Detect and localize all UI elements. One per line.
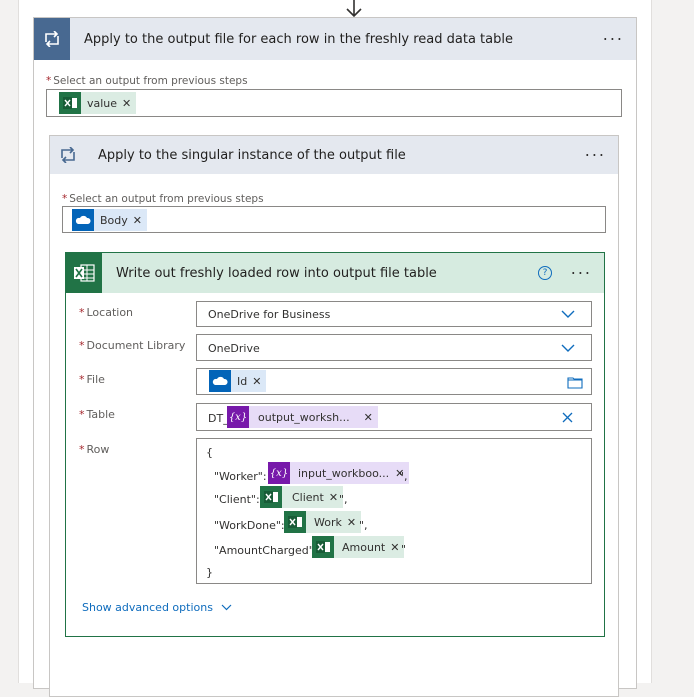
file-label: * File bbox=[79, 373, 105, 386]
chevron-down-icon bbox=[561, 310, 575, 318]
chevron-down-icon bbox=[221, 604, 232, 611]
table-label: * Table bbox=[79, 408, 115, 421]
remove-token-icon[interactable]: ✕ bbox=[364, 411, 378, 424]
location-dropdown[interactable]: OneDrive for Business bbox=[196, 301, 592, 327]
loop-icon bbox=[50, 136, 86, 174]
onedrive-icon bbox=[72, 209, 94, 231]
inner-loop-card: Apply to the singular instance of the ou… bbox=[49, 135, 619, 697]
action-title: Write out freshly loaded row into output… bbox=[116, 265, 437, 281]
action-more-button[interactable]: ··· bbox=[571, 264, 592, 283]
expression-icon: {x} bbox=[268, 462, 290, 484]
amount-token[interactable]: Amount ✕ bbox=[312, 536, 405, 558]
outer-loop-header[interactable]: Apply to the output file for each row in… bbox=[34, 18, 636, 60]
help-icon[interactable]: ? bbox=[538, 266, 552, 280]
outer-select-input[interactable]: value ✕ bbox=[46, 89, 622, 117]
excel-icon bbox=[66, 253, 102, 293]
library-dropdown[interactable]: OneDrive bbox=[196, 334, 592, 361]
output-worksheet-token[interactable]: {x} output_worksh... ✕ bbox=[227, 406, 378, 428]
outer-loop-more-button[interactable]: ··· bbox=[603, 30, 624, 49]
work-token[interactable]: Work ✕ bbox=[284, 511, 362, 533]
folder-icon[interactable] bbox=[567, 375, 583, 389]
excel-icon bbox=[284, 511, 306, 533]
remove-token-icon[interactable]: ✕ bbox=[252, 375, 266, 388]
row-input[interactable]: { "Worker": " {x} input_workboo... ✕ ", … bbox=[196, 438, 592, 584]
table-input[interactable]: DT_ {x} output_worksh... ✕ bbox=[196, 403, 592, 431]
show-advanced-options-link[interactable]: Show advanced options bbox=[82, 601, 232, 614]
action-header[interactable]: Write out freshly loaded row into output… bbox=[66, 253, 604, 293]
library-label: * Document Library bbox=[79, 339, 186, 352]
file-input[interactable]: Id ✕ bbox=[196, 368, 592, 395]
row-label: * Row bbox=[79, 443, 110, 456]
designer-canvas: Apply to the output file for each row in… bbox=[18, 0, 652, 697]
client-token[interactable]: Client ✕ bbox=[260, 486, 344, 508]
excel-icon bbox=[59, 92, 81, 114]
outer-loop-title: Apply to the output file for each row in… bbox=[84, 31, 513, 47]
id-token[interactable]: Id ✕ bbox=[209, 370, 267, 392]
inner-select-input[interactable]: Body ✕ bbox=[62, 206, 606, 233]
excel-icon bbox=[260, 486, 282, 508]
excel-icon bbox=[312, 536, 334, 558]
arrow-down-icon bbox=[346, 0, 362, 18]
remove-token-icon[interactable]: ✕ bbox=[122, 97, 136, 110]
action-card: Write out freshly loaded row into output… bbox=[65, 252, 605, 637]
expression-icon: {x} bbox=[227, 406, 249, 428]
inner-loop-more-button[interactable]: ··· bbox=[585, 146, 606, 165]
worker-token[interactable]: {x} input_workboo... ✕ bbox=[268, 462, 410, 484]
inner-loop-title: Apply to the singular instance of the ou… bbox=[98, 147, 406, 163]
clear-icon[interactable] bbox=[562, 412, 573, 423]
remove-token-icon[interactable]: ✕ bbox=[133, 214, 147, 227]
chevron-down-icon bbox=[561, 344, 575, 352]
value-token[interactable]: value ✕ bbox=[59, 92, 137, 114]
inner-loop-header[interactable]: Apply to the singular instance of the ou… bbox=[50, 136, 618, 174]
loop-icon bbox=[34, 18, 70, 60]
inner-select-label: * Select an output from previous steps bbox=[62, 193, 264, 205]
outer-loop-card: Apply to the output file for each row in… bbox=[33, 17, 637, 697]
body-token[interactable]: Body ✕ bbox=[72, 209, 147, 231]
outer-select-label: * Select an output from previous steps bbox=[46, 75, 248, 87]
onedrive-icon bbox=[209, 370, 231, 392]
location-label: * Location bbox=[79, 306, 134, 319]
